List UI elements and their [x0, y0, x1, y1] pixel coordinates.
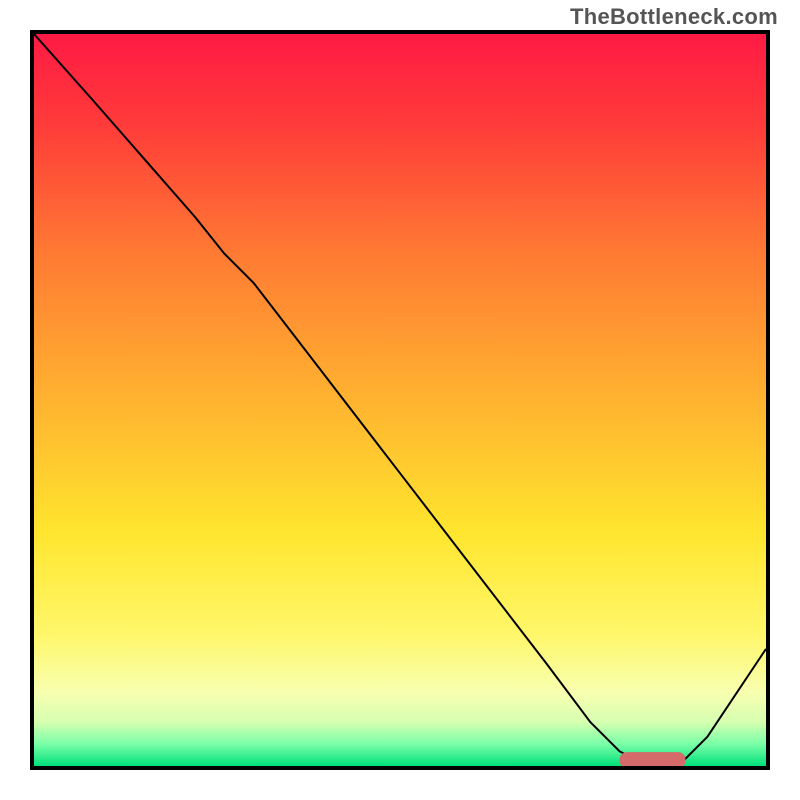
plot-frame [30, 30, 770, 770]
optimal-range-marker [620, 752, 686, 766]
plot-background [34, 34, 766, 766]
plot-svg [34, 34, 766, 766]
watermark-text: TheBottleneck.com [570, 4, 778, 30]
chart-container: TheBottleneck.com [0, 0, 800, 800]
